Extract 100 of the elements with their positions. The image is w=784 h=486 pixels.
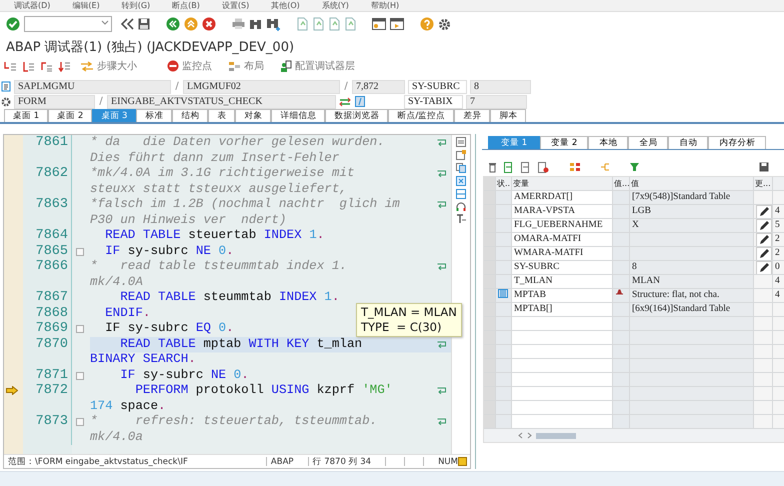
table-cell: 0 <box>773 261 784 275</box>
variable-name: AMERRDAT[] <box>512 191 613 205</box>
save-icon[interactable] <box>138 18 150 30</box>
settings-icon[interactable] <box>438 18 451 30</box>
path-separator: / <box>174 81 180 92</box>
page-up-icon[interactable] <box>296 17 308 31</box>
layout-icon[interactable] <box>228 60 241 72</box>
exit-icon[interactable] <box>184 17 198 31</box>
close-icon[interactable] <box>456 176 466 186</box>
line-number: 7873 <box>23 414 72 445</box>
desktop-tab[interactable]: 脚本 <box>490 109 526 122</box>
table-cell <box>754 359 773 373</box>
toolbar-button[interactable]: 配置调试器层 <box>276 59 361 73</box>
continue-icon[interactable] <box>58 60 70 72</box>
headset-icon[interactable] <box>456 202 466 211</box>
window-icon[interactable] <box>390 18 404 30</box>
table-cell <box>496 191 512 205</box>
fold-toggle[interactable] <box>76 372 84 380</box>
import-icon[interactable] <box>504 162 514 172</box>
table-cell <box>754 289 773 303</box>
line-wrap-icon <box>437 340 446 348</box>
table-cell <box>754 415 773 429</box>
fold-toggle[interactable] <box>76 325 84 333</box>
cancel-icon[interactable] <box>202 17 216 31</box>
print-icon[interactable] <box>232 18 245 30</box>
arrows-icon[interactable] <box>339 96 352 106</box>
menu-item[interactable]: 编辑(E) <box>72 0 100 10</box>
page-up-icon[interactable] <box>312 17 324 31</box>
dropdown-caret-icon <box>101 20 109 26</box>
command-field[interactable] <box>24 16 112 32</box>
line-number: 7866 <box>23 259 72 290</box>
copy-icon[interactable] <box>456 163 466 173</box>
binoculars-plus-icon[interactable] <box>266 18 280 30</box>
variables-tab[interactable]: 变量 2 <box>540 136 588 149</box>
code-line: READ TABLE steuertab INDEX 1. <box>104 228 324 244</box>
binoculars-icon[interactable] <box>249 18 262 30</box>
trash-icon[interactable] <box>488 162 497 172</box>
line-wrap-icon <box>437 201 446 208</box>
line-number: 7861 <box>23 135 72 166</box>
step-size-button[interactable]: 步骤大小 <box>76 59 143 73</box>
grid-icon[interactable] <box>569 162 581 172</box>
variables-tab[interactable]: 本地 <box>588 136 628 149</box>
menu-item[interactable]: 转到(G) <box>122 0 150 10</box>
menu-item[interactable]: 其他(O) <box>271 0 300 10</box>
variable-name: MPTAB <box>512 289 613 303</box>
menu-item[interactable]: 设置(S) <box>222 0 250 10</box>
fold-toggle[interactable] <box>76 418 84 426</box>
column-header[interactable]: 状... <box>496 177 512 191</box>
scroll-left-icon[interactable] <box>518 432 523 439</box>
return-icon[interactable] <box>40 60 52 72</box>
gear-icon <box>1 96 11 106</box>
split-icon[interactable] <box>456 189 466 199</box>
column-header[interactable]: 更... <box>754 177 773 191</box>
line-wrap-icon <box>437 387 446 394</box>
variables-tab[interactable]: 全局 <box>628 136 668 149</box>
desktop-tab[interactable]: 标准 <box>136 109 172 122</box>
desktop-tab[interactable]: 差异 <box>454 109 490 122</box>
table-cell <box>754 331 773 345</box>
desktop-tab[interactable]: 数据浏览器 <box>325 109 388 122</box>
desktop-tab[interactable]: 桌面 2 <box>48 109 92 122</box>
table-cell <box>613 247 630 261</box>
menu-item[interactable]: 系统(Y) <box>322 0 349 10</box>
column-header[interactable]: 变量 <box>512 177 613 191</box>
note-icon[interactable] <box>456 150 466 160</box>
panel-icon[interactable] <box>456 137 466 147</box>
stop-sign-icon[interactable] <box>167 60 179 72</box>
menu-item[interactable]: 调试器(D) <box>14 0 50 10</box>
scroll-right-icon[interactable] <box>527 432 532 439</box>
desktop-tab[interactable]: 桌面 1 <box>4 109 48 122</box>
export-icon[interactable] <box>521 162 531 172</box>
variable-name: OMARA-MATFI <box>512 233 613 247</box>
desktop-tab[interactable]: 表 <box>208 109 236 122</box>
fold-toggle[interactable] <box>76 248 84 256</box>
text-tool-icon[interactable] <box>456 214 466 224</box>
column-header[interactable]: 值... <box>613 177 630 191</box>
arrows-icon <box>80 60 94 72</box>
confirm-icon[interactable] <box>6 17 20 31</box>
step-into-icon[interactable] <box>4 60 16 72</box>
window-icon[interactable] <box>372 18 386 30</box>
desktop-tab[interactable]: 结构 <box>172 109 208 122</box>
filter-icon[interactable] <box>629 162 640 172</box>
double-chevron-icon[interactable] <box>120 18 134 30</box>
step-over-icon[interactable] <box>22 60 34 72</box>
menu-item[interactable]: 断点(B) <box>172 0 200 10</box>
code-line: IF sy-subrc NE 0. <box>104 244 234 259</box>
column-header[interactable]: 值 <box>630 177 754 191</box>
toolbar-button[interactable]: 监控点 <box>163 59 218 73</box>
toolbar-button[interactable]: 布局 <box>224 59 270 73</box>
variable-name: MPTAB[] <box>512 303 613 317</box>
table-cell <box>754 303 773 317</box>
variables-tab[interactable]: 自动 <box>668 136 708 149</box>
desktop-tab[interactable]: 对象 <box>235 109 272 122</box>
variables-tab[interactable]: 内存分析 <box>708 136 766 149</box>
desktop-tab[interactable]: 断点/监控点 <box>388 109 454 122</box>
save-icon[interactable] <box>759 162 769 172</box>
delete-list-icon[interactable] <box>538 162 549 172</box>
back-icon[interactable] <box>166 17 180 31</box>
scrollbar-thumb[interactable] <box>536 432 576 438</box>
desktop-tab[interactable]: 详细信息 <box>271 109 326 122</box>
menu-item[interactable]: 帮助(H) <box>370 0 400 10</box>
